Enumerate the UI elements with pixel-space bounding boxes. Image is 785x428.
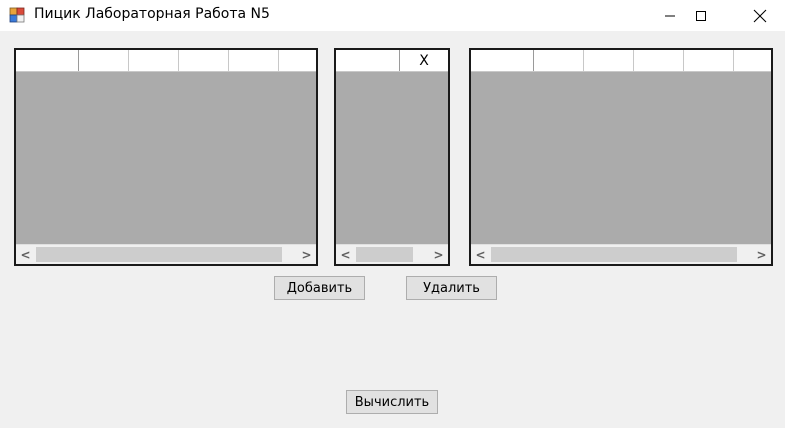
middle-grid-horizontal-scrollbar[interactable]: < > <box>336 244 448 264</box>
left-grid-header[interactable] <box>16 50 316 72</box>
left-data-grid[interactable]: < > <box>14 48 318 266</box>
left-grid-column-header[interactable] <box>279 50 316 71</box>
window-title: Пицик Лабораторная Работа N5 <box>34 6 270 22</box>
left-grid-column-header[interactable] <box>229 50 279 71</box>
right-grid-column-header[interactable] <box>584 50 634 71</box>
middle-grid-scroll-thumb[interactable] <box>356 247 413 262</box>
right-grid-header[interactable] <box>471 50 771 72</box>
close-button[interactable] <box>737 0 783 31</box>
right-grid-column-header[interactable] <box>534 50 584 71</box>
scroll-right-arrow-icon[interactable]: > <box>752 245 771 264</box>
scroll-left-arrow-icon[interactable]: < <box>336 245 355 264</box>
right-grid-row-header[interactable] <box>471 50 534 71</box>
right-grid-column-header[interactable] <box>734 50 771 71</box>
middle-grid-row-header[interactable] <box>336 50 400 71</box>
minimize-icon <box>665 15 675 16</box>
add-button[interactable]: Добавить <box>274 276 365 300</box>
scroll-right-arrow-icon[interactable]: > <box>429 245 448 264</box>
right-data-grid[interactable]: < > <box>469 48 773 266</box>
left-grid-column-header[interactable] <box>179 50 229 71</box>
right-grid-column-header[interactable] <box>684 50 734 71</box>
left-grid-scroll-thumb[interactable] <box>36 247 282 262</box>
middle-data-grid[interactable]: X < > <box>334 48 450 266</box>
scroll-left-arrow-icon[interactable]: < <box>471 245 490 264</box>
left-grid-row-header[interactable] <box>16 50 79 71</box>
left-grid-horizontal-scrollbar[interactable]: < > <box>16 244 316 264</box>
right-grid-horizontal-scrollbar[interactable]: < > <box>471 244 771 264</box>
maximize-button[interactable] <box>678 0 724 31</box>
middle-grid-column-header-x[interactable]: X <box>400 50 448 71</box>
right-grid-column-header[interactable] <box>634 50 684 71</box>
scroll-right-arrow-icon[interactable]: > <box>297 245 316 264</box>
close-icon <box>753 9 767 22</box>
right-grid-scroll-thumb[interactable] <box>491 247 737 262</box>
app-icon <box>9 7 25 23</box>
maximize-icon <box>696 10 706 21</box>
scroll-left-arrow-icon[interactable]: < <box>16 245 35 264</box>
delete-button[interactable]: Удалить <box>406 276 497 300</box>
middle-grid-header[interactable]: X <box>336 50 448 72</box>
title-bar[interactable]: Пицик Лабораторная Работа N5 <box>0 0 785 31</box>
left-grid-column-header[interactable] <box>79 50 129 71</box>
left-grid-column-header[interactable] <box>129 50 179 71</box>
calculate-button[interactable]: Вычислить <box>346 390 438 414</box>
